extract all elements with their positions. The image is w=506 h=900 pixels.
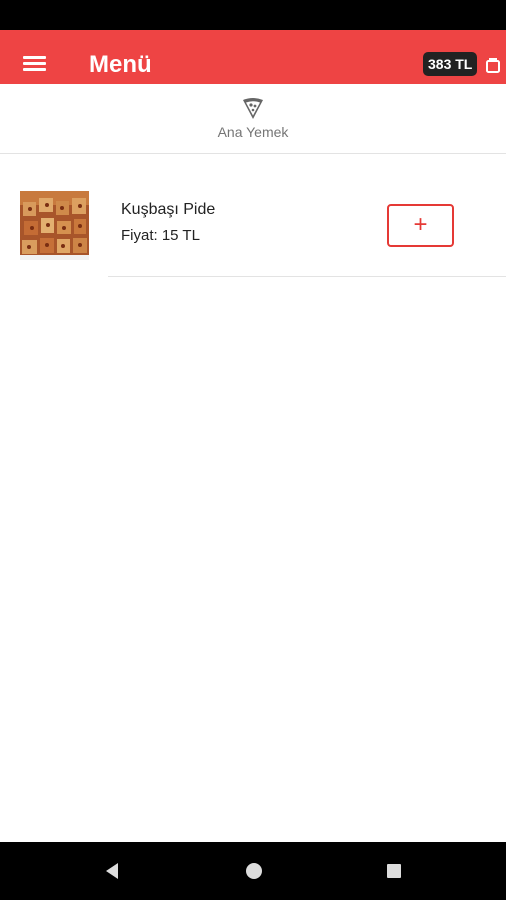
home-circle-icon[interactable] (243, 860, 265, 882)
cart-total-badge[interactable]: 383 TL (423, 52, 478, 76)
menu-line (23, 62, 46, 65)
page-title: Menü (89, 51, 152, 78)
product-price: Fiyat: 15 TL (121, 227, 200, 244)
product-name: Kuşbaşı Pide (121, 201, 216, 218)
pizza-slice-icon (241, 96, 265, 120)
system-navigation-bar (0, 842, 506, 900)
list-item: Kuşbaşı Pide Fiyat: 15 TL + (0, 155, 506, 277)
app-bar: Menü 383 TL (0, 30, 506, 84)
menu-line (23, 56, 46, 59)
tab-ana-yemek[interactable]: Ana Yemek (203, 94, 303, 146)
cart-icon[interactable] (484, 56, 502, 74)
hamburger-menu-icon[interactable] (22, 52, 48, 74)
product-image (20, 191, 89, 260)
menu-line (23, 68, 46, 71)
recents-square-icon[interactable] (383, 860, 405, 882)
tab-label: Ana Yemek (217, 124, 289, 140)
divider (108, 276, 506, 277)
add-to-cart-button[interactable]: + (387, 204, 454, 247)
back-triangle-icon[interactable] (102, 860, 124, 882)
plus-icon: + (413, 211, 428, 238)
category-tabs: Ana Yemek (0, 84, 506, 154)
status-bar (0, 0, 506, 30)
